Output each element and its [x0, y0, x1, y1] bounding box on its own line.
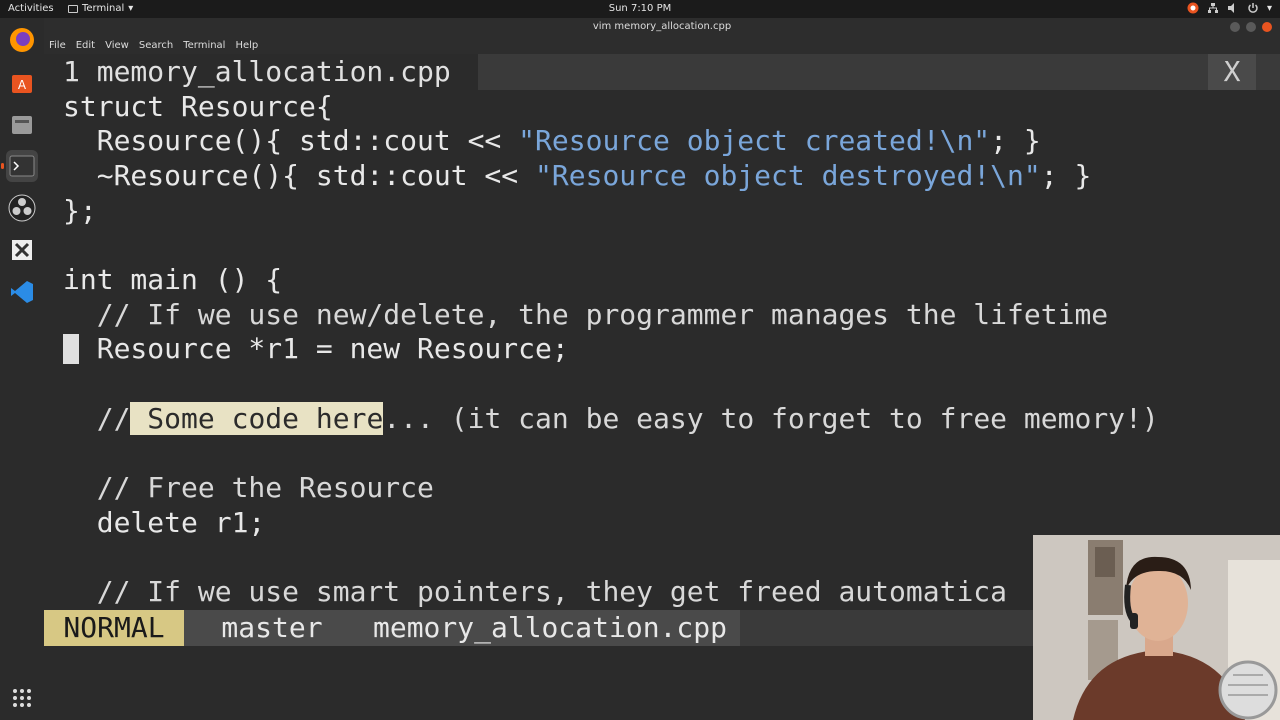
- vscode-icon[interactable]: [6, 276, 38, 308]
- text-cursor: [63, 334, 79, 364]
- vim-tab-close-button[interactable]: X: [1208, 54, 1256, 90]
- xournal-icon[interactable]: [6, 234, 38, 266]
- system-tray[interactable]: ▾: [1187, 2, 1272, 14]
- webcam-person-image: [1033, 535, 1280, 720]
- menu-terminal[interactable]: Terminal: [183, 40, 225, 51]
- git-branch: master: [184, 610, 360, 646]
- chevron-down-icon: ▾: [128, 3, 134, 14]
- comment-line: // If we use new/delete, the programmer …: [63, 298, 1109, 331]
- webcam-overlay: [1033, 535, 1280, 720]
- code-text: ... (it can be easy to forget to free me…: [383, 402, 1159, 435]
- menu-edit[interactable]: Edit: [76, 40, 95, 51]
- menu-bar: File Edit View Search Terminal Help: [44, 36, 1280, 54]
- top-bar: Activities Terminal ▾ Sun 7:10 PM ▾: [0, 0, 1280, 18]
- show-apps-icon[interactable]: [6, 682, 38, 714]
- window-title: vim memory_allocation.cpp: [592, 21, 732, 32]
- code-text: ~Resource(){ std::cout <<: [63, 159, 536, 192]
- obs-icon[interactable]: [6, 192, 38, 224]
- dock: A: [0, 18, 44, 720]
- svg-text:A: A: [18, 78, 27, 92]
- code-line: };: [63, 194, 97, 227]
- vim-tab[interactable]: 1 memory_allocation.cpp: [44, 54, 478, 90]
- comment-line: // Some code here... (it can be easy to …: [63, 402, 1159, 436]
- code-line: delete r1;: [63, 506, 266, 539]
- activities-button[interactable]: Activities: [8, 3, 54, 14]
- code-line: Resource(){ std::cout << "Resource objec…: [63, 124, 1041, 158]
- code-line: int main () {: [63, 263, 283, 296]
- volume-icon[interactable]: [1227, 2, 1239, 14]
- terminal-app-icon: [68, 4, 78, 13]
- highlighted-text: Some code here: [130, 402, 384, 435]
- code-text: //: [63, 402, 131, 435]
- string-literal: "Resource object created!\n": [518, 124, 991, 157]
- chevron-down-icon[interactable]: ▾: [1267, 3, 1272, 14]
- comment-line: // If we use smart pointers, they get fr…: [63, 575, 1008, 608]
- status-filename: memory_allocation.cpp: [360, 610, 740, 646]
- code-line: struct Resource{: [63, 90, 333, 123]
- menu-file[interactable]: File: [49, 40, 66, 51]
- scrollbar[interactable]: [1258, 90, 1280, 610]
- comment-line: // Free the Resource: [63, 471, 434, 504]
- clock[interactable]: Sun 7:10 PM: [0, 3, 1280, 14]
- network-icon[interactable]: [1207, 2, 1219, 14]
- power-icon[interactable]: [1247, 2, 1259, 14]
- menu-view[interactable]: View: [105, 40, 129, 51]
- terminal-icon[interactable]: [1, 150, 38, 182]
- menu-search[interactable]: Search: [139, 40, 173, 51]
- code-text: ; }: [1040, 159, 1092, 192]
- files-icon[interactable]: [6, 108, 38, 140]
- vim-tabline: 1 memory_allocation.cpp X: [44, 54, 1280, 90]
- minimize-button[interactable]: [1230, 22, 1240, 32]
- maximize-button[interactable]: [1246, 22, 1256, 32]
- firefox-icon[interactable]: [6, 24, 38, 56]
- code-line: ~Resource(){ std::cout << "Resource obje…: [63, 159, 1092, 193]
- string-literal: "Resource object destroyed!\n": [535, 159, 1041, 192]
- code-text: ; }: [990, 124, 1041, 157]
- window-titlebar[interactable]: vim memory_allocation.cpp: [44, 18, 1280, 36]
- record-indicator-icon[interactable]: [1187, 2, 1199, 14]
- code-line: Resource *r1 = new Resource;: [63, 332, 569, 365]
- menu-help[interactable]: Help: [235, 40, 258, 51]
- vim-mode: NORMAL: [44, 610, 184, 646]
- app-menu-label: Terminal: [82, 3, 125, 14]
- software-center-icon[interactable]: A: [6, 66, 38, 98]
- code-text: Resource(){ std::cout <<: [63, 124, 519, 157]
- app-menu[interactable]: Terminal ▾: [68, 3, 133, 14]
- close-window-button[interactable]: [1262, 22, 1272, 32]
